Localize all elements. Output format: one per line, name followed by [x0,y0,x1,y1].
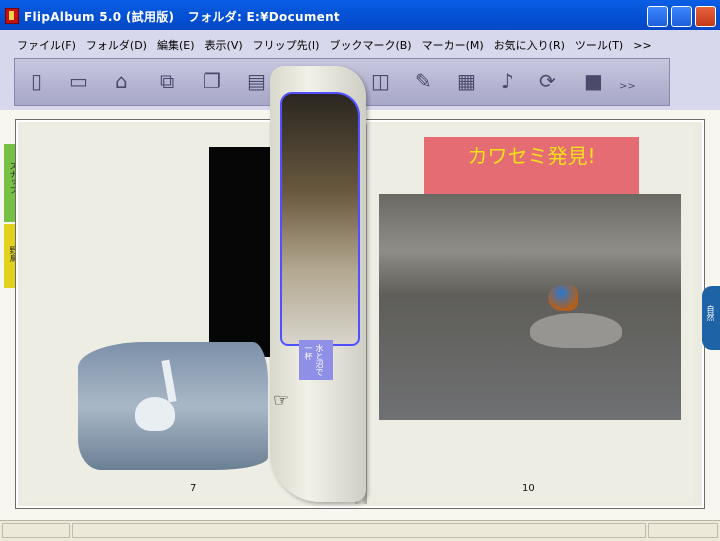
left-page-number: 7 [190,483,197,494]
hand-cursor-icon: ☞ [273,390,290,411]
duck-photo [280,92,360,346]
menu-bookmark[interactable]: ブックマーク(B) [324,37,416,53]
title-bar: FlipAlbum 5.0 (試用版) フォルダ: E:¥Document [0,0,720,30]
pencil-icon[interactable]: ✎ [415,71,432,91]
paste-icon[interactable]: ▤ [247,71,266,91]
menu-more[interactable]: >> [628,39,656,52]
menu-favorites[interactable]: お気に入り(R) [489,37,570,53]
status-bar [0,520,720,541]
grid-icon[interactable]: ▦ [457,71,476,91]
folder-icon[interactable]: ⌂ [115,71,128,91]
status-field-1 [2,523,70,538]
copy-icon[interactable]: ❐ [203,71,221,91]
tab-nature-label: 自然 [706,305,715,321]
menu-folder[interactable]: フォルダ(D) [81,37,152,53]
status-field-2 [72,523,646,538]
status-field-3 [648,523,718,538]
app-icon [5,8,19,24]
right-page-number: 10 [522,483,535,494]
maximize-button[interactable] [671,6,692,27]
sticker: 水と沼で一杯 [299,340,333,380]
sticker-text: 水と沼で一杯 [304,344,324,376]
music-icon[interactable]: ♪ [501,71,514,91]
open-book-icon[interactable]: ▭ [69,71,88,91]
page-icon[interactable]: ▯ [31,71,42,91]
headline-text: カワセミ発見! [467,144,596,168]
menu-marker[interactable]: マーカー(M) [417,37,489,53]
menu-view[interactable]: 表示(V) [200,37,248,53]
menubar: ファイル(F) フォルダ(D) 編集(E) 表示(V) フリップ先(I) ブック… [12,34,668,56]
flip-icon[interactable]: ◫ [371,71,390,91]
menu-edit[interactable]: 編集(E) [152,37,200,53]
menu-file[interactable]: ファイル(F) [12,37,81,53]
window-title: FlipAlbum 5.0 (試用版) フォルダ: E:¥Document [24,10,340,24]
minimize-button[interactable] [647,6,668,27]
rotate-icon[interactable]: ⟳ [539,71,556,91]
kingfisher-bird [548,285,578,311]
menu-flip-to[interactable]: フリップ先(I) [248,37,325,53]
toolbar-more-button[interactable]: >> [619,77,636,97]
close-button[interactable] [695,6,716,27]
rock [530,313,622,348]
camera-icon[interactable]: ■ [584,71,603,91]
kingfisher-photo [379,194,681,420]
menu-tools[interactable]: ツール(T) [570,37,628,53]
refresh-page-icon[interactable]: ⧉ [160,71,174,91]
